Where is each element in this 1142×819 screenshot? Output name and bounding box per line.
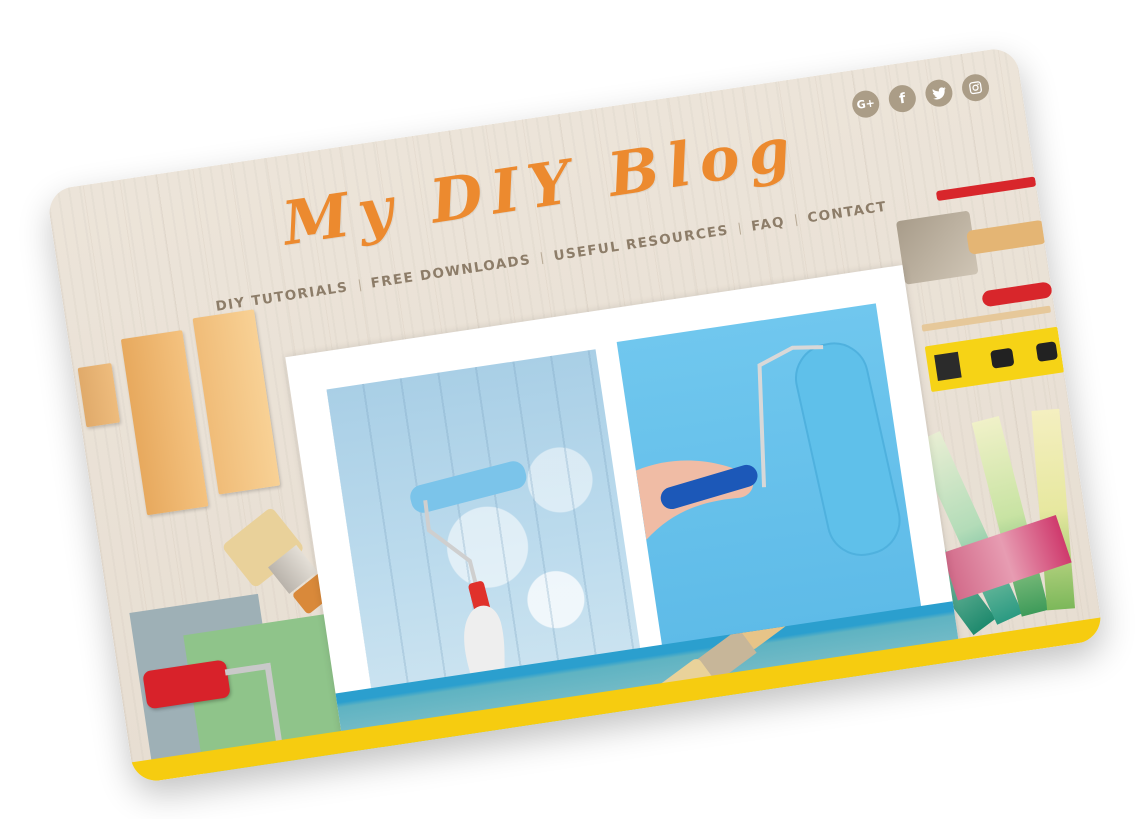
wood-plank-swatches: [67, 300, 294, 527]
nav-faq[interactable]: FAQ: [739, 212, 797, 236]
paint-roller-hands-photo[interactable]: [616, 303, 922, 649]
paint-roller-hands-illustration: [635, 342, 901, 556]
screenshot-stage: G+ f My DIY Blog DIY TUTORIALS FREE DOWN…: [0, 0, 1142, 819]
nav-contact[interactable]: CONTACT: [796, 197, 899, 228]
wall-paint-roller-photo[interactable]: [326, 349, 642, 697]
website-mockup-card: G+ f My DIY Blog DIY TUTORIALS FREE DOWN…: [46, 45, 1104, 785]
wall-paint-roller-illustration: [410, 461, 527, 682]
big-roller-shape: [795, 342, 901, 556]
nav-useful-resources[interactable]: USEFUL RESOURCES: [542, 221, 741, 266]
wood-pencil-decoration: [921, 305, 1052, 332]
spirit-level-decoration: [924, 326, 1065, 393]
nav-free-downloads[interactable]: FREE DOWNLOADS: [359, 250, 543, 293]
nav-diy-tutorials[interactable]: DIY TUTORIALS: [204, 278, 361, 317]
